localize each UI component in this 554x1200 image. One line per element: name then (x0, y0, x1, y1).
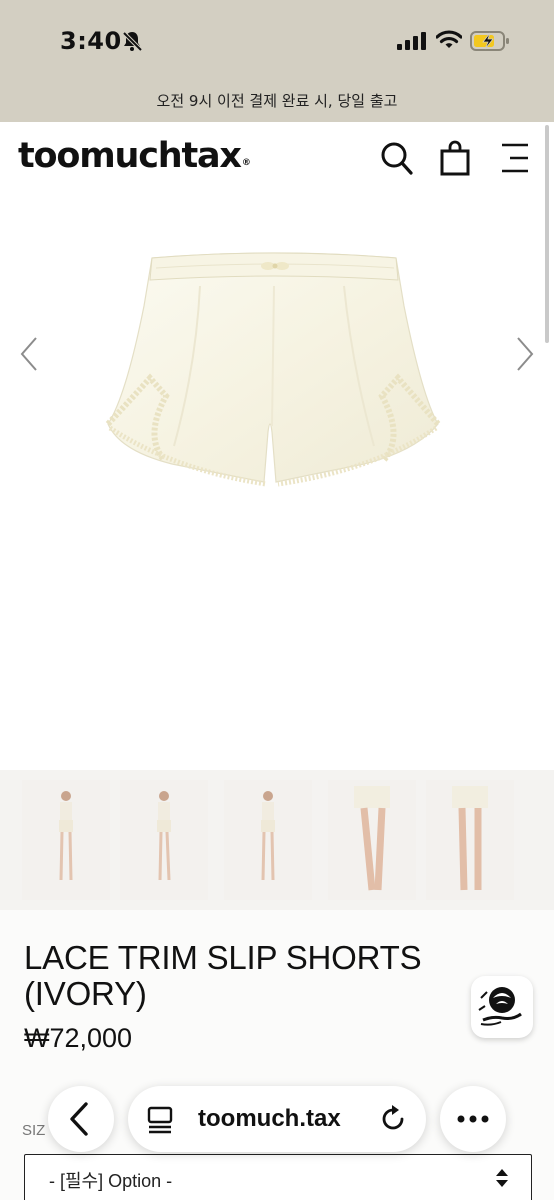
menu-icon[interactable] (500, 140, 530, 181)
bell-slash-icon (121, 30, 143, 57)
back-arrow-icon (70, 1102, 88, 1136)
product-title: LACE TRIM SLIP SHORTS (IVORY) (24, 939, 422, 1012)
thumbnail-2[interactable] (120, 780, 208, 900)
status-bar: 3:40 (0, 0, 554, 84)
thumbnail-strip (0, 770, 554, 910)
more-icon (457, 1115, 489, 1123)
chevron-left-icon[interactable] (18, 334, 40, 379)
thumbnail-5[interactable] (426, 780, 514, 900)
thumbnail-3[interactable] (224, 780, 312, 900)
product-gallery[interactable] (0, 198, 554, 766)
option-placeholder: - [필수] Option - (49, 1171, 173, 1191)
chevron-right-icon[interactable] (514, 334, 536, 379)
product-info: LACE TRIM SLIP SHORTS (IVORY) ₩72,000 SI… (0, 910, 554, 1200)
search-icon[interactable] (380, 140, 414, 181)
browser-url-bar[interactable]: toomuch.tax (128, 1086, 426, 1152)
page-scrollbar[interactable] (545, 125, 549, 343)
top-zone: 3:40 오전 9시 이전 결제 완료 시, 당일 출고 (0, 0, 554, 122)
site-header: toomuchtax® (0, 122, 554, 198)
select-updown-icon (495, 1167, 509, 1194)
option-select[interactable]: - [필수] Option - (24, 1154, 532, 1200)
size-label: SIZ (22, 1122, 46, 1139)
wifi-icon (435, 30, 463, 55)
battery-charging-icon (470, 30, 510, 57)
logo-text: toomuchtax (18, 136, 242, 176)
reload-icon[interactable] (378, 1104, 408, 1139)
registered-mark: ® (241, 158, 251, 168)
url-text: toomuch.tax (198, 1105, 341, 1132)
shopping-bag-icon[interactable] (440, 140, 470, 181)
thumbnail-4[interactable] (328, 780, 416, 900)
product-price: ₩72,000 (24, 1023, 133, 1053)
browser-back-button[interactable] (48, 1086, 114, 1152)
rose-chat-icon[interactable] (471, 976, 533, 1038)
thumbnail-1[interactable] (22, 780, 110, 900)
browser-more-button[interactable] (440, 1086, 506, 1152)
shipping-notice: 오전 9시 이전 결제 완료 시, 당일 출고 (156, 92, 398, 110)
status-time: 3:40 (60, 27, 122, 55)
tabs-icon[interactable] (146, 1105, 176, 1140)
site-logo[interactable]: toomuchtax® (18, 136, 251, 176)
cellular-signal-icon (397, 32, 427, 55)
product-image (105, 252, 441, 487)
